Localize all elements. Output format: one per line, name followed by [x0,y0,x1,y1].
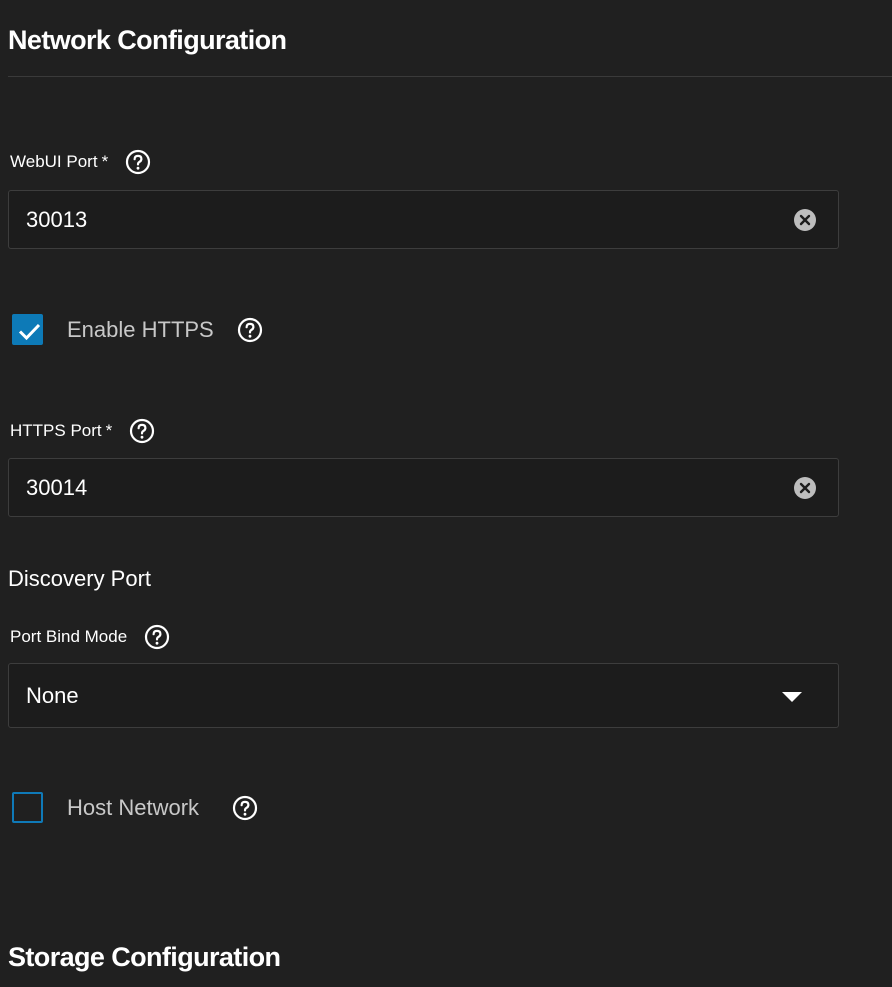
https-port-value[interactable]: 30014 [26,475,87,501]
webui-port-input[interactable]: 30013 [8,190,839,249]
discovery-port-title: Discovery Port [8,566,152,591]
required-mark: * [105,421,113,440]
webui-port-label: WebUI Port [10,152,98,171]
help-circle-icon[interactable] [232,795,258,821]
help-circle-icon[interactable] [237,317,263,343]
enable-https-label[interactable]: Enable HTTPS [67,317,214,343]
port-bind-mode-label: Port Bind Mode [10,627,128,646]
enable-https-checkbox[interactable] [12,314,43,345]
port-bind-mode-select[interactable]: None [8,663,839,728]
required-mark: * [101,152,109,171]
clear-circle-icon[interactable] [794,208,816,231]
help-circle-icon[interactable] [129,418,155,444]
host-network-checkbox[interactable] [12,792,43,823]
webui-port-label-row: WebUI Port * [10,149,151,175]
section-divider [8,76,892,77]
network-configuration-title: Network Configuration [8,25,287,55]
https-port-label-row: HTTPS Port * [10,418,155,444]
webui-port-value[interactable]: 30013 [26,207,87,233]
clear-circle-icon[interactable] [794,476,816,499]
help-circle-icon[interactable] [125,149,151,175]
help-circle-icon[interactable] [144,624,170,650]
port-bind-mode-value[interactable]: None [26,683,79,709]
https-port-input[interactable]: 30014 [8,458,839,517]
https-port-label: HTTPS Port [10,421,102,440]
port-bind-mode-label-row: Port Bind Mode [10,624,170,650]
caret-down-icon[interactable] [782,691,802,702]
host-network-label[interactable]: Host Network [67,795,199,821]
check-icon [18,323,41,341]
storage-configuration-title: Storage Configuration [8,942,281,972]
